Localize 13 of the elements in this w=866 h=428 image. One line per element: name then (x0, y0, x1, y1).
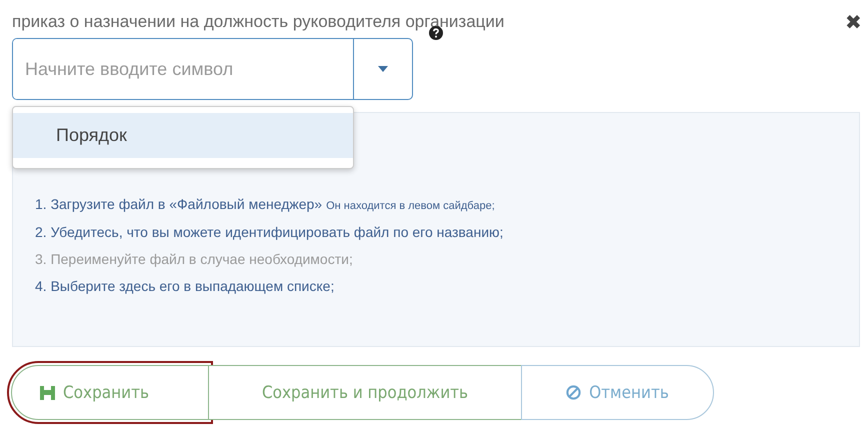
save-continue-button[interactable]: Сохранить и продолжить (208, 365, 522, 420)
close-icon[interactable]: ✖ (845, 10, 862, 34)
select-field[interactable]: Начните вводите символ (12, 38, 413, 100)
step-text: 3. Переименуйте файл в случае необходимости; (35, 251, 353, 267)
caret-icon (378, 66, 388, 72)
dropdown-option[interactable]: Порядок (13, 113, 353, 158)
step-text: 1. Загрузите файл в «Файловый менеджер» Он находится в левом сайдбаре; (35, 196, 495, 212)
field-label: приказ о назначении на должность руководителя организации (12, 12, 504, 32)
floppy-icon (40, 386, 55, 400)
cancel-button[interactable]: Отменить (521, 365, 714, 420)
step-text: 4. Выберите здесь его в выпадающем списке; (35, 278, 334, 294)
step-text: 2. Убедитесь, что вы можете идентифицировать файл по его названию; (35, 224, 504, 240)
ban-icon (566, 385, 582, 400)
